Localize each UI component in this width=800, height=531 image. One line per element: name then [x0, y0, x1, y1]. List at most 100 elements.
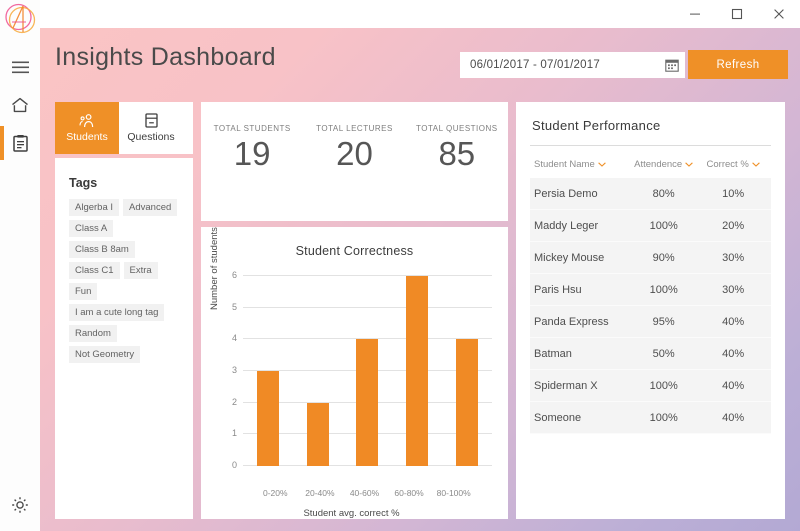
tag-chip[interactable]: Advanced — [123, 199, 177, 216]
stat-value: 19 — [201, 135, 303, 173]
chart-y-axis-label: Number of students — [209, 227, 220, 310]
tag-chip[interactable]: Class B 8am — [69, 241, 135, 258]
bar-slot — [293, 276, 343, 466]
close-button[interactable] — [758, 0, 800, 28]
summary-stats-panel: TOTAL STUDENTS 19 TOTAL LECTURES 20 TOTA… — [201, 102, 508, 221]
tags-list: Algerba I Advanced Class A Class B 8am C… — [69, 199, 179, 363]
calendar-icon[interactable] — [665, 58, 679, 72]
table-row[interactable]: Panda Express95%40% — [530, 306, 771, 338]
cell-correct-pct: 40% — [699, 348, 767, 360]
page-title: Insights Dashboard — [55, 43, 276, 72]
sidebar-item-home[interactable] — [0, 88, 40, 122]
maximize-icon — [731, 8, 743, 20]
tag-chip[interactable]: Algerba I — [69, 199, 119, 216]
table-row[interactable]: Maddy Leger100%20% — [530, 210, 771, 242]
cell-attendance: 100% — [628, 412, 699, 424]
chart-bars — [243, 276, 492, 466]
date-range-input[interactable]: 06/01/2017 - 07/01/2017 — [460, 52, 685, 78]
tag-chip[interactable]: I am a cute long tag — [69, 304, 164, 321]
column-label: Attendence — [634, 159, 682, 170]
sidebar-item-settings[interactable] — [0, 488, 40, 522]
chart-bar[interactable] — [307, 403, 329, 466]
app-logo — [3, 2, 39, 38]
date-range-value: 06/01/2017 - 07/01/2017 — [470, 59, 665, 71]
refresh-button[interactable]: Refresh — [688, 50, 788, 79]
chart-canvas: 0123456 — [243, 276, 492, 466]
stat-value: 20 — [303, 135, 405, 173]
tag-chip[interactable]: Class C1 — [69, 262, 120, 279]
cell-correct-pct: 10% — [699, 188, 767, 200]
chart-bar[interactable] — [456, 339, 478, 466]
app-window: Insights Dashboard 06/01/2017 - 07/01/20… — [0, 0, 800, 531]
tag-chip[interactable]: Random — [69, 325, 117, 342]
bar-slot — [343, 276, 393, 466]
table-row[interactable]: Mickey Mouse90%30% — [530, 242, 771, 274]
tab-students[interactable]: Students — [55, 102, 119, 154]
cell-attendance: 95% — [628, 316, 699, 328]
minimize-icon — [689, 8, 701, 20]
table-row[interactable]: Spiderman X100%40% — [530, 370, 771, 402]
table-body: Persia Demo80%10%Maddy Leger100%20%Micke… — [530, 178, 771, 434]
chevron-down-icon[interactable] — [685, 162, 693, 167]
cell-student-name: Paris Hsu — [534, 284, 628, 296]
cell-attendance: 100% — [628, 220, 699, 232]
tag-chip[interactable]: Class A — [69, 220, 113, 237]
sidebar-item-menu[interactable] — [0, 50, 40, 84]
window-titlebar — [40, 0, 800, 28]
stat-label: TOTAL LECTURES — [303, 124, 405, 133]
stat-total-questions: TOTAL QUESTIONS 85 — [406, 124, 508, 221]
y-tick-label: 6 — [232, 270, 237, 280]
chevron-down-icon[interactable] — [752, 162, 760, 167]
table-title: Student Performance — [530, 118, 771, 133]
y-tick-label: 3 — [232, 365, 237, 375]
minimize-button[interactable] — [674, 0, 716, 28]
column-header-correct-pct[interactable]: Correct % — [699, 159, 767, 170]
table-row[interactable]: Paris Hsu100%30% — [530, 274, 771, 306]
stat-label: TOTAL QUESTIONS — [406, 124, 508, 133]
close-icon — [773, 8, 785, 20]
chart-bar[interactable] — [406, 276, 428, 466]
column-header-attendance[interactable]: Attendence — [628, 159, 699, 170]
table-row[interactable]: Persia Demo80%10% — [530, 178, 771, 210]
cell-correct-pct: 40% — [699, 380, 767, 392]
dashboard-background: Insights Dashboard 06/01/2017 - 07/01/20… — [40, 28, 800, 531]
people-icon — [79, 114, 95, 128]
x-tick-label: 40-60% — [342, 488, 387, 498]
cell-correct-pct: 40% — [699, 412, 767, 424]
gear-icon — [11, 496, 29, 514]
summary-stats-row: TOTAL STUDENTS 19 TOTAL LECTURES 20 TOTA… — [201, 102, 508, 221]
cell-student-name: Spiderman X — [534, 380, 628, 392]
tag-chip[interactable]: Not Geometry — [69, 346, 140, 363]
chart-bar[interactable] — [257, 371, 279, 466]
chart-x-tick-labels: 0-20%20-40%40-60%60-80%80-100% — [253, 488, 476, 498]
cell-student-name: Persia Demo — [534, 188, 628, 200]
cell-correct-pct: 40% — [699, 316, 767, 328]
left-nav-rail — [0, 0, 40, 531]
y-tick-label: 2 — [232, 397, 237, 407]
bar-slot — [243, 276, 293, 466]
chart-x-axis-label: Student avg. correct % — [211, 508, 492, 519]
column-label: Correct % — [707, 159, 749, 170]
chart-bar[interactable] — [356, 339, 378, 466]
tab-questions[interactable]: Questions — [119, 102, 183, 154]
column-label: Student Name — [534, 159, 595, 170]
column-header-student-name[interactable]: Student Name — [534, 159, 628, 170]
x-tick-label: 80-100% — [431, 488, 476, 498]
tag-chip[interactable]: Fun — [69, 283, 97, 300]
cell-attendance: 100% — [628, 380, 699, 392]
tag-chip[interactable]: Extra — [124, 262, 158, 279]
cell-student-name: Panda Express — [534, 316, 628, 328]
cell-attendance: 50% — [628, 348, 699, 360]
bar-slot — [442, 276, 492, 466]
cell-attendance: 80% — [628, 188, 699, 200]
maximize-button[interactable] — [716, 0, 758, 28]
home-icon — [11, 97, 29, 113]
sidebar-item-insights[interactable] — [0, 126, 40, 160]
stat-total-lectures: TOTAL LECTURES 20 — [303, 124, 405, 221]
table-row[interactable]: Someone100%40% — [530, 402, 771, 434]
cell-correct-pct: 20% — [699, 220, 767, 232]
cell-student-name: Batman — [534, 348, 628, 360]
table-row[interactable]: Batman50%40% — [530, 338, 771, 370]
y-tick-label: 0 — [232, 460, 237, 470]
chevron-down-icon[interactable] — [598, 162, 606, 167]
